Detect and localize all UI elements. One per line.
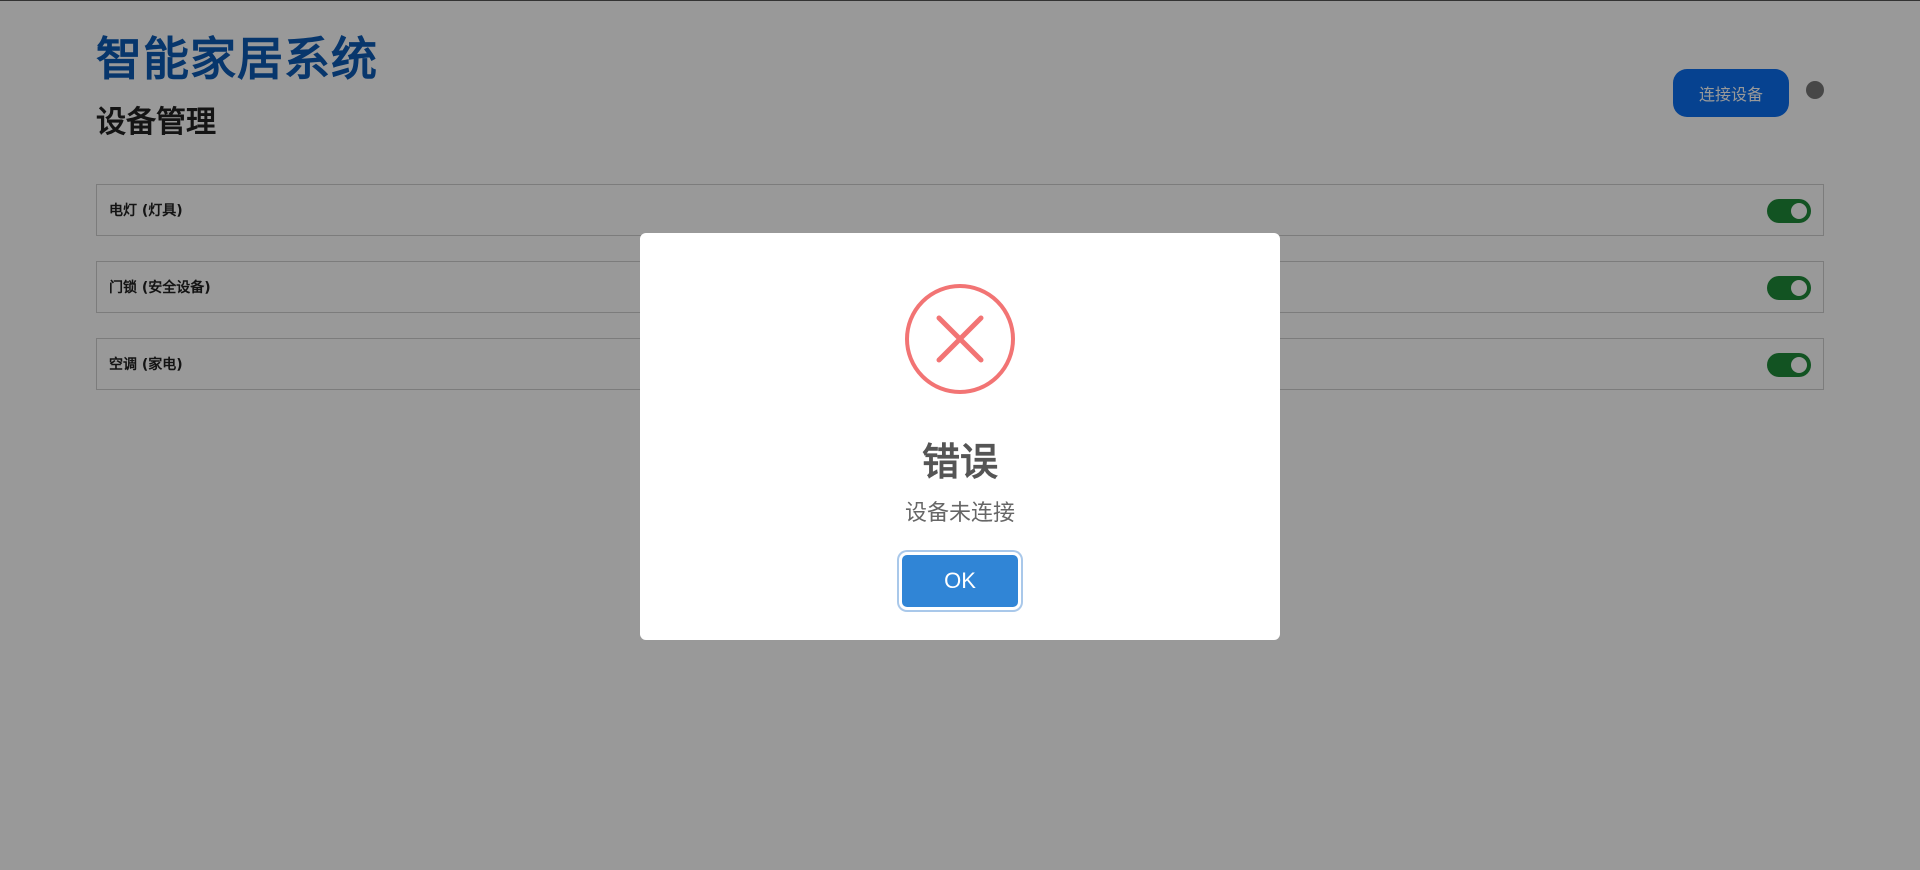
ok-button[interactable]: OK	[902, 555, 1018, 607]
dialog-title: 错误	[921, 440, 998, 484]
error-dialog: 错误 设备未连接 OK	[640, 233, 1280, 640]
dialog-message: 设备未连接	[904, 501, 1015, 526]
page: 智能家居系统 设备管理 连接设备 电灯 (灯具) 门锁 (安全设备) 空调 (家…	[0, 0, 1920, 870]
error-x-icon	[905, 284, 1015, 394]
